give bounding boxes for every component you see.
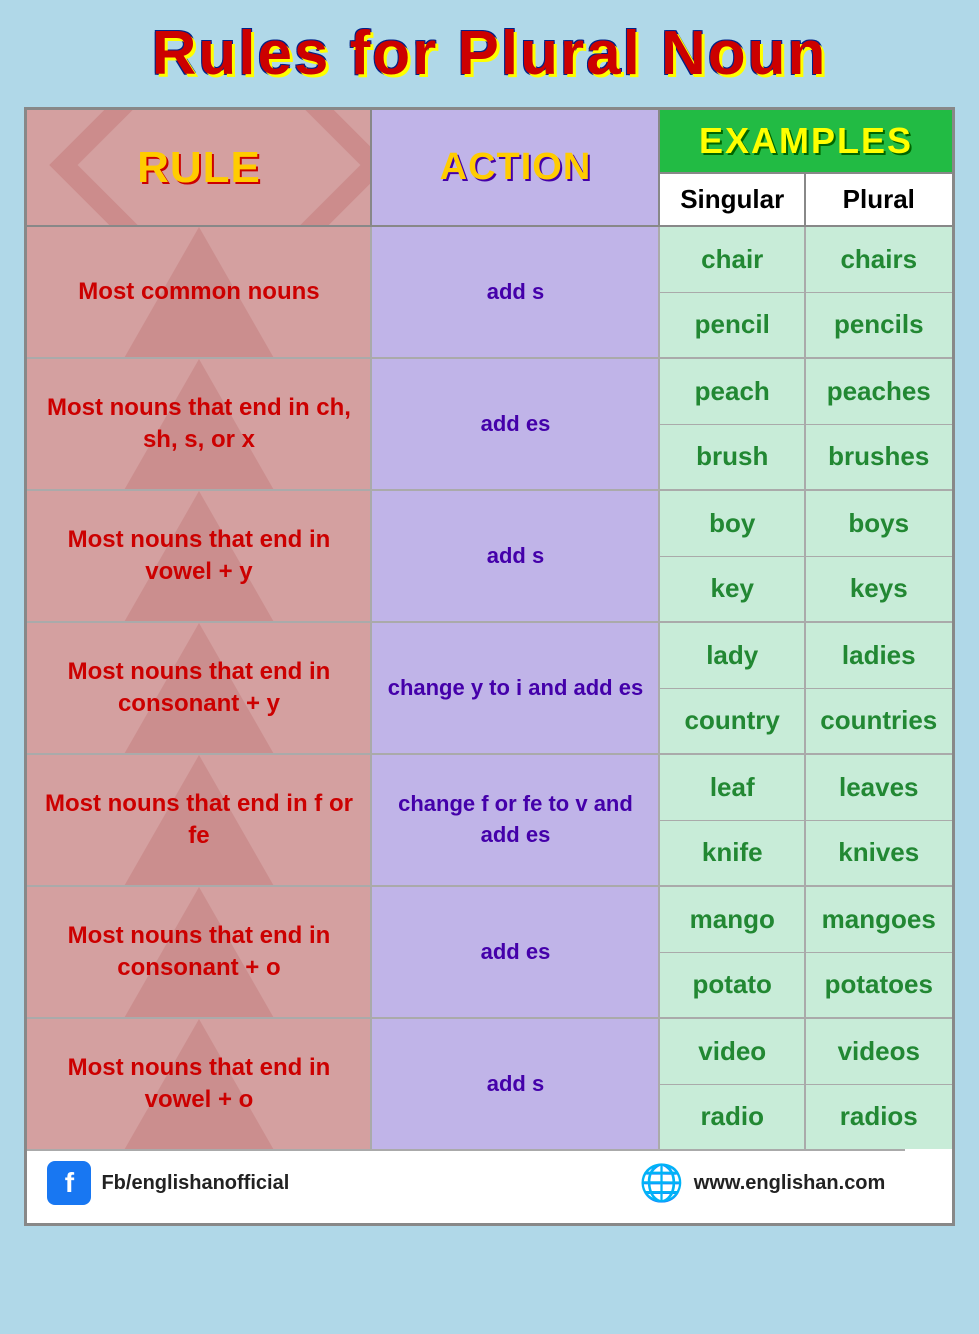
- action-cell: add s: [372, 491, 660, 621]
- rule-text: Most nouns that end in vowel + y: [35, 524, 362, 589]
- singular-cell: ladycountry: [660, 623, 806, 753]
- singular-example: pencil: [660, 293, 804, 358]
- action-cell: add s: [372, 1019, 660, 1149]
- plural-cell: mangoespotatoes: [806, 887, 952, 1017]
- plural-example: pencils: [806, 293, 952, 358]
- footer: f Fb/englishanofficial 🌐 www.englishan.c…: [27, 1149, 905, 1215]
- table-body: Most common nounsadd schairpencilchairsp…: [27, 227, 951, 1149]
- plural-example: radios: [806, 1085, 952, 1150]
- rule-cell: Most nouns that end in f or fe: [27, 755, 372, 885]
- singular-example: peach: [660, 359, 804, 425]
- table-header: RULE ACTION EXAMPLES Singular Plural: [27, 110, 951, 227]
- table-row: Most nouns that end in f or fe change f o…: [27, 755, 951, 887]
- main-table: RULE ACTION EXAMPLES Singular Plural Mos…: [24, 107, 954, 1226]
- header-rule-label: RULE: [137, 143, 261, 193]
- rule-text: Most nouns that end in consonant + y: [35, 656, 362, 721]
- table-row: Most nouns that end in consonant + y chan…: [27, 623, 951, 755]
- singular-cell: boykey: [660, 491, 806, 621]
- header-singular-cell: Singular: [660, 174, 806, 225]
- table-row: Most nouns that end in consonant + o add …: [27, 887, 951, 1019]
- rule-text: Most common nouns: [78, 276, 319, 308]
- singular-example: video: [660, 1019, 804, 1085]
- header-action-cell: ACTION: [372, 110, 660, 225]
- singular-cell: leafknife: [660, 755, 806, 885]
- plural-cell: chairspencils: [806, 227, 952, 357]
- header-examples-label: EXAMPLES: [699, 120, 913, 162]
- rule-text: Most nouns that end in ch, sh, s, or x: [35, 392, 362, 457]
- action-text: add es: [481, 937, 551, 968]
- singular-example: key: [660, 557, 804, 622]
- header-rule-cell: RULE: [27, 110, 372, 225]
- plural-cell: ladiescountries: [806, 623, 952, 753]
- plural-example: ladies: [806, 623, 952, 689]
- plural-example: peaches: [806, 359, 952, 425]
- footer-website: www.englishan.com: [694, 1172, 886, 1195]
- footer-right: 🌐 www.englishan.com: [640, 1161, 886, 1205]
- rule-cell: Most nouns that end in vowel + o: [27, 1019, 372, 1149]
- rule-cell: Most nouns that end in vowel + y: [27, 491, 372, 621]
- rule-cell: Most nouns that end in consonant + y: [27, 623, 372, 753]
- rule-cell: Most common nouns: [27, 227, 372, 357]
- plural-example: videos: [806, 1019, 952, 1085]
- plural-cell: peachesbrushes: [806, 359, 952, 489]
- action-cell: add es: [372, 887, 660, 1017]
- singular-example: potato: [660, 953, 804, 1018]
- plural-cell: boyskeys: [806, 491, 952, 621]
- rule-text: Most nouns that end in consonant + o: [35, 920, 362, 985]
- plural-example: potatoes: [806, 953, 952, 1018]
- plural-example: keys: [806, 557, 952, 622]
- singular-example: lady: [660, 623, 804, 689]
- action-cell: add s: [372, 227, 660, 357]
- table-row: Most common nouns add s chairpencilchairsp…: [27, 227, 951, 359]
- rule-cell: Most nouns that end in ch, sh, s, or x: [27, 359, 372, 489]
- singular-cell: videoradio: [660, 1019, 806, 1149]
- title-bar: Rules for Plural Noun: [0, 0, 979, 99]
- singular-cell: peachbrush: [660, 359, 806, 489]
- header-plural-label: Plural: [843, 184, 915, 215]
- rule-text: Most nouns that end in vowel + o: [35, 1052, 362, 1117]
- plural-cell: leavesknives: [806, 755, 952, 885]
- plural-example: countries: [806, 689, 952, 754]
- plural-example: mangoes: [806, 887, 952, 953]
- action-text: change f or fe to v and add es: [380, 789, 650, 851]
- rule-cell: Most nouns that end in consonant + o: [27, 887, 372, 1017]
- footer-fb-handle: Fb/englishanofficial: [101, 1172, 289, 1195]
- header-singular-label: Singular: [680, 184, 784, 215]
- singular-cell: mangopotato: [660, 887, 806, 1017]
- singular-example: boy: [660, 491, 804, 557]
- singular-example: country: [660, 689, 804, 754]
- footer-left: f Fb/englishanofficial: [47, 1161, 289, 1205]
- action-cell: add es: [372, 359, 660, 489]
- plural-example: knives: [806, 821, 952, 886]
- singular-cell: chairpencil: [660, 227, 806, 357]
- singular-example: brush: [660, 425, 804, 490]
- plural-example: leaves: [806, 755, 952, 821]
- globe-icon: 🌐: [640, 1161, 684, 1205]
- singular-example: mango: [660, 887, 804, 953]
- action-cell: change f or fe to v and add es: [372, 755, 660, 885]
- plural-example: boys: [806, 491, 952, 557]
- facebook-icon: f: [47, 1161, 91, 1205]
- singular-example: knife: [660, 821, 804, 886]
- page-title: Rules for Plural Noun: [152, 19, 828, 88]
- action-text: add s: [487, 1069, 544, 1100]
- action-text: add s: [487, 541, 544, 572]
- singular-example: radio: [660, 1085, 804, 1150]
- plural-cell: videosradios: [806, 1019, 952, 1149]
- table-row: Most nouns that end in vowel + o add s vid…: [27, 1019, 951, 1149]
- header-action-label: ACTION: [440, 146, 592, 189]
- plural-example: brushes: [806, 425, 952, 490]
- action-text: add s: [487, 277, 544, 308]
- action-text: add es: [481, 409, 551, 440]
- header-plural-cell: Plural: [806, 174, 952, 225]
- table-row: Most nouns that end in vowel + y add s boy…: [27, 491, 951, 623]
- action-text: change y to i and add es: [388, 673, 644, 704]
- plural-example: chairs: [806, 227, 952, 293]
- table-row: Most nouns that end in ch, sh, s, or x ad…: [27, 359, 951, 491]
- singular-example: chair: [660, 227, 804, 293]
- singular-example: leaf: [660, 755, 804, 821]
- rule-text: Most nouns that end in f or fe: [35, 788, 362, 853]
- header-examples-cell: EXAMPLES: [660, 110, 951, 174]
- action-cell: change y to i and add es: [372, 623, 660, 753]
